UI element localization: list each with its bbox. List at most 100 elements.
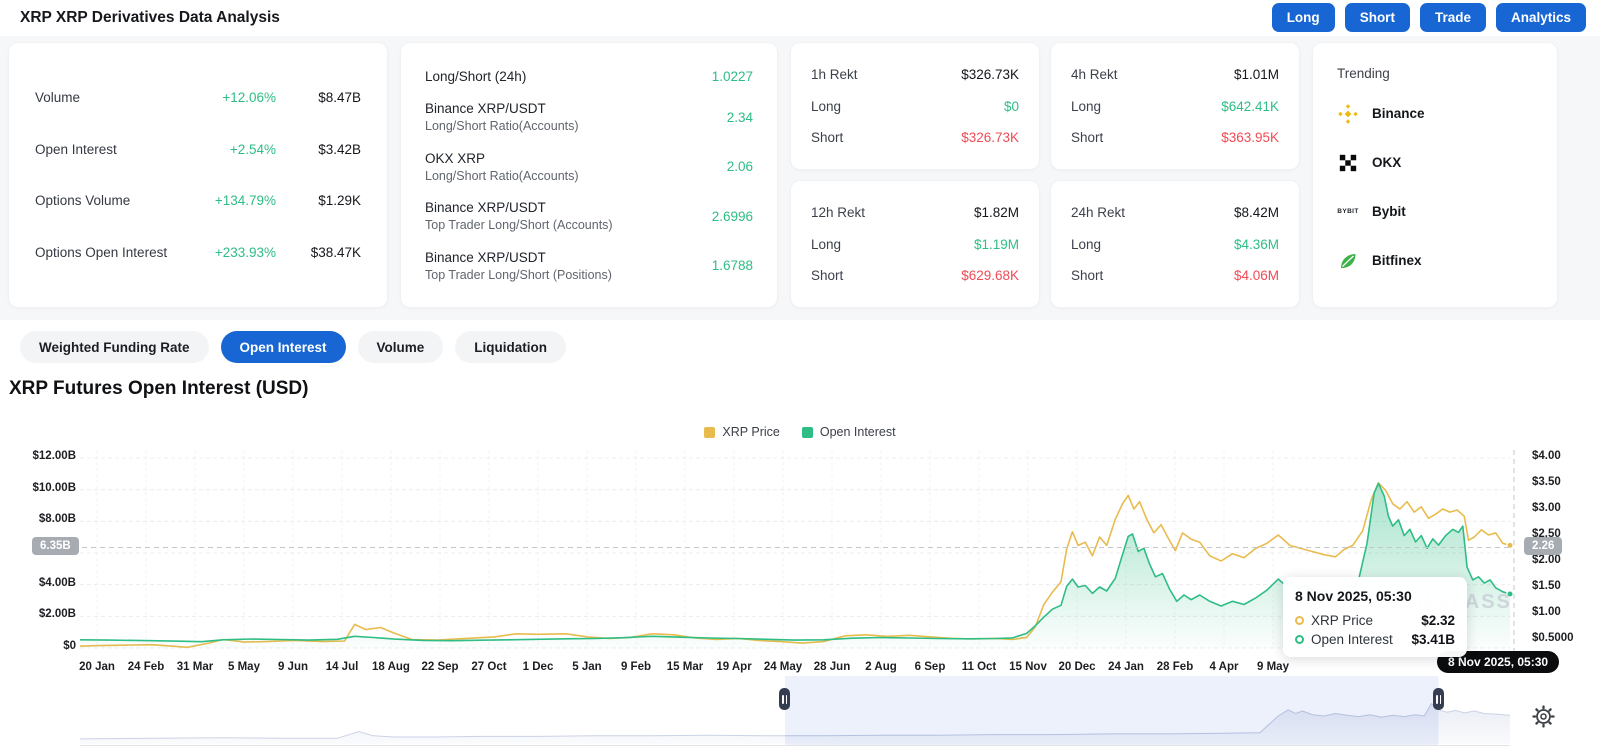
tab-volume[interactable]: Volume	[357, 331, 444, 363]
tooltip-label: Open Interest	[1311, 632, 1393, 647]
right-axis-tick: $0.5000	[1532, 632, 1574, 644]
tooltip-value: $3.41B	[1411, 632, 1455, 647]
header-buttons: Long Short Trade Analytics	[1271, 3, 1586, 32]
header: XRP XRP Derivatives Data Analysis Long S…	[0, 0, 1600, 36]
rekt-card-24h: 24h Rekt $8.42M Long $4.36M Short $4.06M	[1050, 180, 1300, 308]
stat-change: +233.93%	[214, 245, 276, 261]
crosshair-right-value-badge: 2.26	[1524, 537, 1563, 556]
rekt-short-value: $363.95K	[1221, 129, 1279, 145]
trending-item-okx[interactable]: OKX	[1337, 138, 1533, 187]
ratio-sublabel: Top Trader Long/Short (Positions)	[425, 267, 612, 282]
ratio-row: Binance XRP/USDT Long/Short Ratio(Accoun…	[425, 101, 753, 133]
right-axis-tick: $3.50	[1532, 476, 1561, 488]
long-button[interactable]: Long	[1271, 3, 1335, 32]
xrp-derivatives-dashboard: XRP XRP Derivatives Data Analysis Long S…	[0, 0, 1600, 748]
stat-value: $1.29K	[318, 193, 361, 209]
tab-weighted-funding-rate[interactable]: Weighted Funding Rate	[20, 331, 209, 363]
tooltip-row-xrp-price: XRP Price $2.32	[1295, 613, 1455, 628]
tooltip-value: $2.32	[1421, 613, 1455, 628]
left-axis-tick: $8.00B	[38, 513, 76, 526]
legend-item-open-interest[interactable]: Open Interest	[801, 425, 896, 439]
rekt-total: $326.73K	[961, 67, 1019, 83]
market-stats-card: Volume +12.06% $8.47B Open Interest +2.5…	[8, 42, 388, 308]
left-axis-tick: $0	[63, 640, 76, 652]
analytics-button[interactable]: Analytics	[1495, 3, 1586, 32]
trending-item-bitfinex[interactable]: Bitfinex	[1337, 236, 1533, 285]
navigator-left-handle[interactable]	[779, 688, 791, 710]
xrp-price-marker-icon	[1295, 616, 1304, 625]
binance-icon	[1337, 103, 1359, 125]
right-axis-tick: $4.00	[1532, 450, 1561, 462]
left-axis-tick: $4.00B	[38, 576, 76, 589]
legend-label: XRP Price	[722, 425, 780, 439]
x-axis: 20 Jan 24 Feb 31 Mar 5 May 9 Jun 14 Jul 18 Aug…	[0, 661, 1600, 675]
rekt-long-value: $4.36M	[1233, 236, 1279, 252]
ratio-value: 1.0227	[711, 68, 753, 84]
trending-item-label: Bybit	[1372, 204, 1406, 219]
left-axis-tick: $10.00B	[32, 481, 76, 494]
rekt-long-label: Long	[1071, 236, 1102, 252]
ratio-row: Long/Short (24h) 1.0227	[425, 69, 753, 84]
rekt-short-label: Short	[1071, 267, 1104, 283]
trending-item-label: OKX	[1372, 155, 1402, 170]
rekt-total: $1.01M	[1233, 67, 1279, 83]
rekt-long-value: $1.19M	[973, 236, 1019, 252]
page-title: XRP XRP Derivatives Data Analysis	[20, 9, 280, 26]
rekt-short-label: Short	[811, 129, 844, 145]
tab-open-interest[interactable]: Open Interest	[220, 331, 346, 363]
stat-value: $3.42B	[318, 141, 361, 157]
stat-label: Options Volume	[35, 193, 131, 209]
chart-tabs: Weighted Funding Rate Open Interest Volu…	[20, 331, 567, 363]
left-axis-tick: $12.00B	[32, 450, 76, 462]
trending-title: Trending	[1337, 65, 1390, 81]
rekt-title: 24h Rekt	[1071, 205, 1126, 221]
stat-value: $8.47B	[318, 89, 361, 105]
stat-label: Open Interest	[35, 141, 117, 157]
short-button[interactable]: Short	[1344, 3, 1410, 32]
legend-label: Open Interest	[819, 425, 896, 439]
rekt-short-label: Short	[1071, 129, 1104, 145]
rekt-long-label: Long	[811, 236, 842, 252]
legend-item-xrp-price[interactable]: XRP Price	[704, 425, 780, 439]
right-axis-tick: $3.00	[1532, 502, 1561, 514]
long-short-ratios-card: Long/Short (24h) 1.0227 Binance XRP/USDT…	[400, 42, 778, 308]
rekt-long-value: $0	[1003, 98, 1019, 114]
stat-value: $38.47K	[310, 245, 361, 261]
tooltip-row-open-interest: Open Interest $3.41B	[1295, 632, 1455, 647]
rekt-short-value: $629.68K	[961, 267, 1019, 283]
rekt-card-12h: 12h Rekt $1.82M Long $1.19M Short $629.68K	[790, 180, 1040, 308]
ratio-sublabel: Long/Short Ratio(Accounts)	[425, 119, 579, 133]
rekt-title: 1h Rekt	[811, 67, 858, 83]
navigator-right-handle[interactable]	[1433, 688, 1444, 710]
ratio-label: Binance XRP/USDT	[425, 101, 546, 116]
ratio-label: Long/Short (24h)	[425, 68, 527, 84]
trending-item-label: Bitfinex	[1372, 253, 1422, 268]
chart-legend: XRP Price Open Interest	[0, 425, 1600, 439]
trending-item-label: Binance	[1372, 106, 1425, 121]
rekt-short-value: $326.73K	[961, 129, 1019, 145]
ratio-label: Binance XRP/USDT	[425, 200, 546, 215]
rekt-long-label: Long	[1071, 98, 1102, 114]
trade-button[interactable]: Trade	[1419, 3, 1486, 32]
ratio-row: OKX XRP Long/Short Ratio(Accounts) 2.06	[425, 151, 753, 183]
stat-change: +2.54%	[229, 141, 276, 157]
ratio-row: Binance XRP/USDT Top Trader Long/Short (…	[425, 250, 753, 282]
crosshair-left-value-badge: 6.35B	[32, 537, 79, 556]
rekt-short-label: Short	[811, 267, 844, 283]
ratio-value: 1.6788	[711, 258, 753, 273]
ratio-row: Binance XRP/USDT Top Trader Long/Short (…	[425, 200, 753, 232]
okx-icon	[1337, 152, 1359, 174]
trending-item-bybit[interactable]: BYBIT Bybit	[1337, 187, 1533, 236]
tooltip-date: 8 Nov 2025, 05:30	[1295, 588, 1412, 604]
right-axis-tick: $1.50	[1532, 580, 1561, 592]
tab-liquidation[interactable]: Liquidation	[455, 331, 567, 363]
rekt-long-label: Long	[811, 98, 842, 114]
ratio-label: Binance XRP/USDT	[425, 249, 546, 265]
settings-gear-icon[interactable]	[1530, 703, 1556, 729]
stat-label: Options Open Interest	[35, 245, 168, 261]
tooltip-label: XRP Price	[1311, 613, 1374, 628]
right-axis-tick: $2.00	[1532, 554, 1561, 566]
open-interest-marker-icon	[1295, 635, 1304, 644]
trending-item-binance[interactable]: Binance	[1337, 89, 1533, 138]
stat-row-open-interest: Open Interest +2.54% $3.42B	[35, 142, 361, 157]
